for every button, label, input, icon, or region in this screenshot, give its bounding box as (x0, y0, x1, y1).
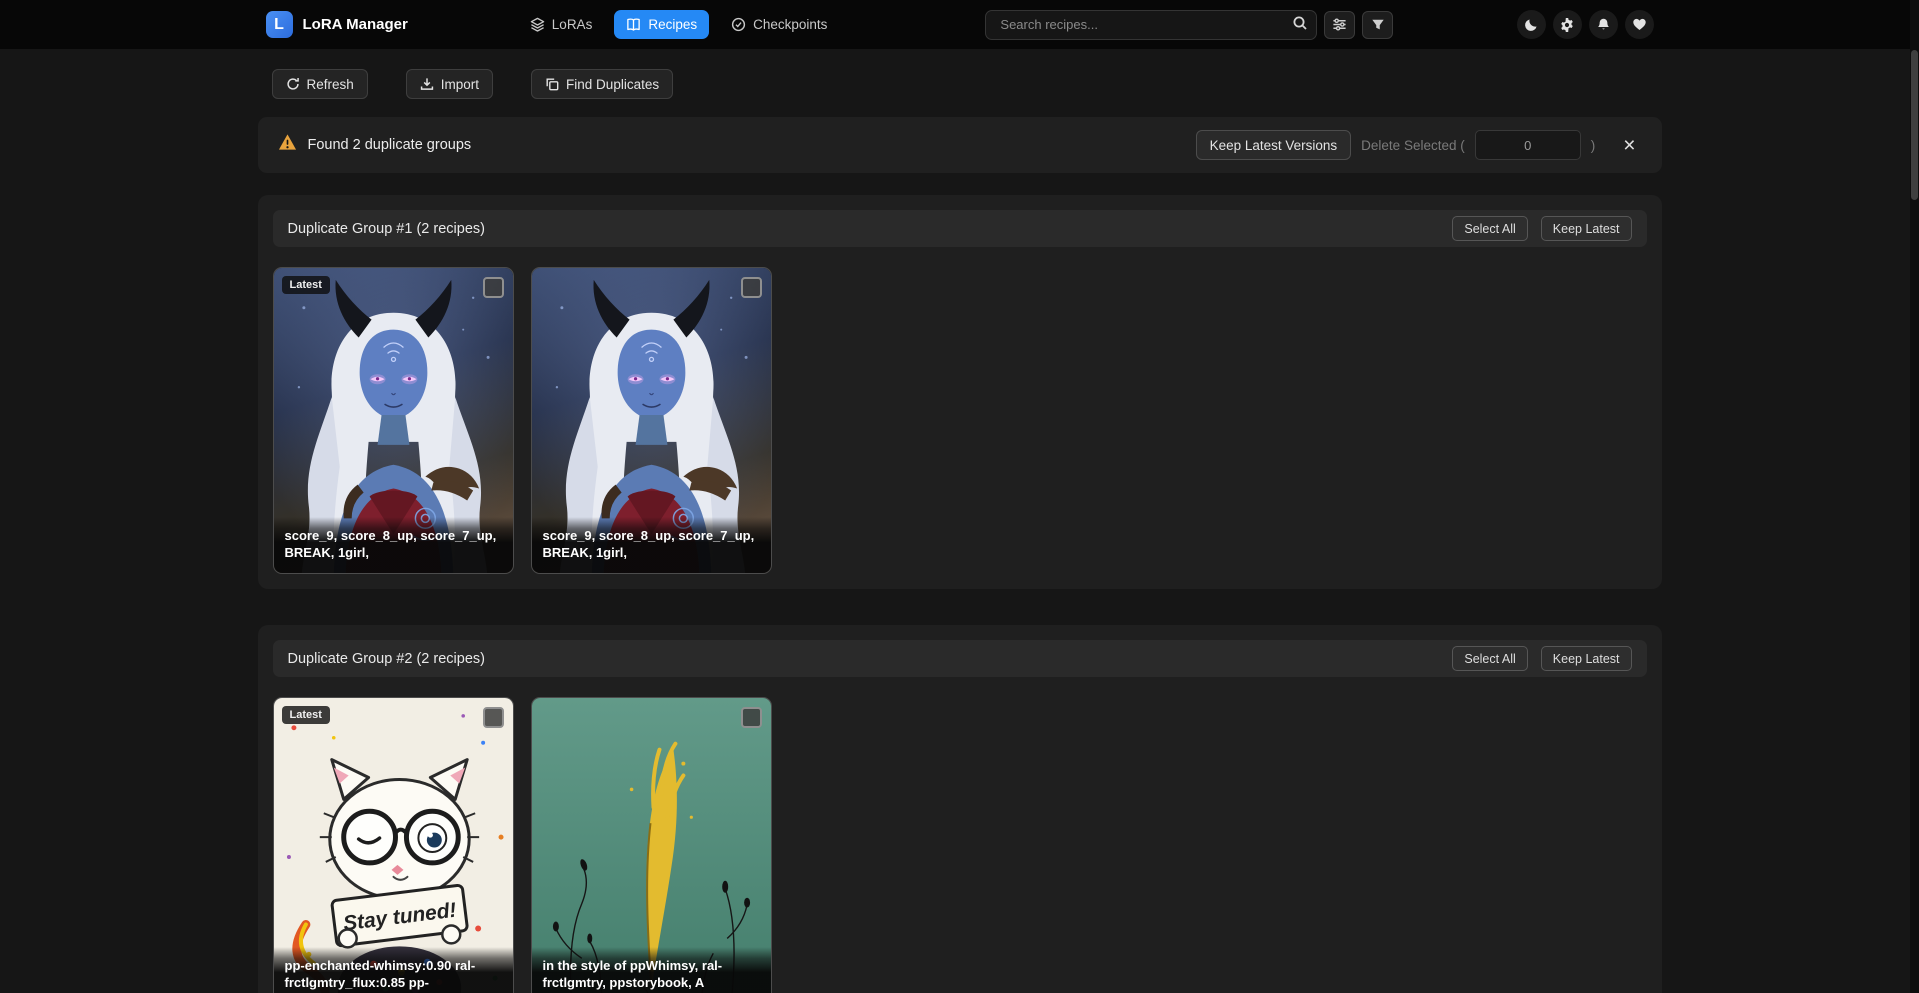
group-1-keep-latest-button[interactable]: Keep Latest (1541, 216, 1632, 241)
search-button[interactable] (1289, 12, 1311, 37)
group-2-keep-latest-button[interactable]: Keep Latest (1541, 646, 1632, 671)
group-1-cards: Latest score_9, score_8_up, score_7_up, … (273, 267, 1647, 574)
header-actions (1517, 10, 1654, 39)
sliders-icon (1332, 17, 1347, 32)
action-toolbar: Refresh Import Find Duplicates (258, 69, 1662, 99)
group-2-select-all-button[interactable]: Select All (1452, 646, 1527, 671)
card-checkbox[interactable] (741, 707, 762, 728)
group-1-header: Duplicate Group #1 (2 recipes) Select Al… (273, 210, 1647, 247)
search-input[interactable] (998, 16, 1289, 33)
duplicate-group-1: Duplicate Group #1 (2 recipes) Select Al… (258, 195, 1662, 589)
app-title: LoRA Manager (303, 16, 408, 33)
warning-icon (278, 133, 297, 157)
copy-icon (545, 77, 559, 91)
close-icon: × (1623, 134, 1635, 157)
tab-recipes-label: Recipes (648, 17, 697, 32)
filter-button[interactable] (1362, 11, 1393, 39)
favorites-button[interactable] (1625, 10, 1654, 39)
search-icon (1292, 19, 1308, 34)
group-1-title: Duplicate Group #1 (2 recipes) (288, 221, 485, 237)
main-nav: LoRAs Recipes Checkpoints (518, 10, 840, 39)
duplicates-alert-banner: Found 2 duplicate groups Keep Latest Ver… (258, 117, 1662, 173)
app-logo-icon: L (266, 11, 293, 38)
recipe-card[interactable]: Stay tuned! Latest pp-enchanted-whimsy:0… (273, 697, 514, 993)
tab-checkpoints-label: Checkpoints (753, 17, 827, 32)
refresh-button[interactable]: Refresh (272, 69, 368, 99)
top-bar: L LoRA Manager LoRAs Recipes C (0, 0, 1919, 49)
import-icon (420, 77, 434, 91)
delete-count-input[interactable] (1475, 130, 1581, 160)
group-2-cards: Stay tuned! Latest pp-enchanted-whimsy:0… (273, 697, 1647, 993)
card-checkbox[interactable] (741, 277, 762, 298)
tab-recipes[interactable]: Recipes (614, 10, 709, 39)
gear-icon (1559, 17, 1575, 33)
search-area (985, 10, 1393, 40)
recipe-card[interactable]: score_9, score_8_up, score_7_up, BREAK, … (531, 267, 772, 574)
latest-badge: Latest (282, 276, 330, 294)
tab-loras[interactable]: LoRAs (518, 10, 605, 39)
recipe-caption: pp-enchanted-whimsy:0.90 ral-frctlgmtry_… (274, 947, 513, 993)
close-alert-button[interactable]: × (1617, 134, 1641, 157)
tab-loras-label: LoRAs (552, 17, 593, 32)
duplicate-group-2: Duplicate Group #2 (2 recipes) Select Al… (258, 625, 1662, 993)
bell-icon (1596, 17, 1611, 32)
settings-button[interactable] (1553, 10, 1582, 39)
group-1-select-all-button[interactable]: Select All (1452, 216, 1527, 241)
scrollbar[interactable] (1910, 0, 1919, 993)
refresh-icon (286, 77, 300, 91)
layers-icon (530, 17, 545, 32)
delete-selected-label-suffix: ) (1591, 138, 1596, 153)
recipe-card[interactable]: Latest score_9, score_8_up, score_7_up, … (273, 267, 514, 574)
tab-checkpoints[interactable]: Checkpoints (719, 10, 839, 39)
recipe-caption: score_9, score_8_up, score_7_up, BREAK, … (274, 517, 513, 573)
scrollbar-thumb[interactable] (1911, 50, 1918, 200)
search-options-button[interactable] (1324, 11, 1355, 39)
refresh-label: Refresh (307, 77, 354, 92)
find-duplicates-label: Find Duplicates (566, 77, 659, 92)
theme-toggle-button[interactable] (1517, 10, 1546, 39)
import-label: Import (441, 77, 479, 92)
search-box (985, 10, 1317, 40)
recipe-card[interactable]: in the style of ppWhimsy, ral-frctlgmtry… (531, 697, 772, 993)
alert-message: Found 2 duplicate groups (308, 137, 472, 153)
app-logo[interactable]: L LoRA Manager (266, 11, 408, 38)
card-checkbox[interactable] (483, 707, 504, 728)
book-icon (626, 17, 641, 32)
app-logo-letter: L (274, 16, 284, 34)
recipe-caption: score_9, score_8_up, score_7_up, BREAK, … (532, 517, 771, 573)
recipe-caption: in the style of ppWhimsy, ral-frctlgmtry… (532, 947, 771, 993)
heart-icon (1632, 17, 1647, 32)
group-2-header: Duplicate Group #2 (2 recipes) Select Al… (273, 640, 1647, 677)
check-circle-icon (731, 17, 746, 32)
group-2-title: Duplicate Group #2 (2 recipes) (288, 651, 485, 667)
card-checkbox[interactable] (483, 277, 504, 298)
import-button[interactable]: Import (406, 69, 493, 99)
delete-selected-label: Delete Selected ( (1361, 138, 1465, 153)
find-duplicates-button[interactable]: Find Duplicates (531, 69, 673, 99)
keep-latest-versions-button[interactable]: Keep Latest Versions (1196, 130, 1352, 160)
notifications-button[interactable] (1589, 10, 1618, 39)
latest-badge: Latest (282, 706, 330, 724)
funnel-icon (1371, 18, 1385, 32)
main-content: Refresh Import Find Duplicates Found 2 d… (258, 69, 1662, 993)
moon-icon (1524, 17, 1539, 32)
